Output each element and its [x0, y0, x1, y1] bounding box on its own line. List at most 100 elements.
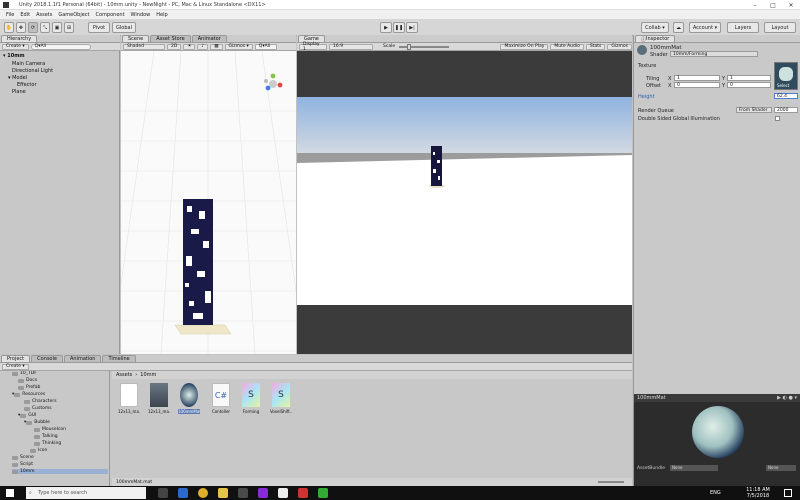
layout-dropdown[interactable]: Layout: [764, 22, 796, 33]
tab-inspector[interactable]: ⓘ Inspector: [635, 35, 676, 43]
maximize-on-play-toggle[interactable]: Maximize On Play: [500, 43, 549, 50]
texture-select-button[interactable]: Select: [777, 83, 789, 88]
folder-item[interactable]: Talking: [34, 434, 58, 439]
taskbar-search-input[interactable]: ⌕ Type here to search: [26, 487, 146, 499]
icon-size-slider[interactable]: [598, 481, 624, 483]
app-icon[interactable]: [258, 488, 268, 498]
scale-slider[interactable]: [399, 43, 450, 50]
cloud-button[interactable]: ☁: [673, 22, 684, 33]
aspect-dropdown[interactable]: 16:9: [329, 43, 373, 50]
asset-item[interactable]: S VoxelShift...: [270, 383, 292, 414]
tab-console[interactable]: Console: [31, 355, 63, 362]
lighting-toggle[interactable]: ☀: [183, 43, 196, 50]
taskbar-clock[interactable]: 11:18 AM 7/5/2018: [740, 487, 776, 499]
minimize-button[interactable]: –: [746, 0, 764, 10]
menu-window[interactable]: Window: [131, 12, 151, 18]
folder-item[interactable]: 10_TDF: [12, 371, 37, 376]
pivot-toggle[interactable]: Pivot: [88, 22, 110, 33]
tab-project[interactable]: Project: [1, 355, 31, 362]
rotate-tool-button[interactable]: ⟳: [28, 22, 38, 33]
hierarchy-item[interactable]: Directional Light: [12, 68, 53, 74]
folder-item[interactable]: ▾ GUI: [18, 413, 36, 418]
asset-item[interactable]: C# Contoller: [210, 383, 232, 414]
folder-item[interactable]: Customs: [24, 406, 52, 411]
asset-bundle-variant-dropdown[interactable]: None: [766, 465, 796, 471]
folder-item[interactable]: Thinking: [34, 441, 61, 446]
tab-animation[interactable]: Animation: [63, 355, 102, 362]
folder-item[interactable]: Icon: [30, 448, 47, 453]
scene-search-input[interactable]: Q▾All: [254, 43, 277, 50]
asset-item[interactable]: 12x13_ma...: [148, 383, 170, 414]
folder-item[interactable]: Docs: [18, 378, 37, 383]
double-sided-checkbox[interactable]: [775, 116, 780, 121]
asset-item[interactable]: 12x13_ma...: [118, 383, 140, 414]
pause-button[interactable]: ❚❚: [393, 22, 405, 33]
shader-dropdown[interactable]: 10mm/Forming: [670, 51, 758, 57]
task-view-icon[interactable]: [158, 488, 168, 498]
render-queue-dropdown[interactable]: From Shader: [736, 107, 772, 113]
texture-thumbnail[interactable]: Select: [774, 62, 798, 90]
layers-dropdown[interactable]: Layers: [727, 22, 759, 33]
effects-toggle[interactable]: ▩: [210, 43, 223, 50]
offset-y-field[interactable]: 0: [727, 82, 771, 88]
rect-tool-button[interactable]: ▣: [52, 22, 62, 33]
scene-gizmo[interactable]: [264, 73, 283, 91]
global-toggle[interactable]: Global: [112, 22, 136, 33]
hierarchy-item[interactable]: Main Camera: [12, 61, 45, 67]
scene-viewport[interactable]: [121, 51, 296, 354]
hierarchy-search-input[interactable]: Q▾All: [30, 43, 91, 50]
explorer-icon[interactable]: [218, 488, 228, 498]
height-field[interactable]: 62.4: [774, 93, 798, 99]
breadcrumb-assets[interactable]: Assets: [116, 372, 132, 378]
display-dropdown[interactable]: Display 1: [299, 42, 327, 52]
account-dropdown[interactable]: Account ▾: [689, 22, 721, 33]
folder-item[interactable]: ▾ Bubble: [24, 420, 50, 425]
app-icon[interactable]: [298, 488, 308, 498]
hierarchy-item[interactable]: Effector: [17, 82, 37, 88]
folder-item[interactable]: Script: [12, 462, 33, 467]
folder-item[interactable]: Characters: [24, 399, 57, 404]
app-icon[interactable]: [278, 488, 288, 498]
tab-hierarchy[interactable]: Hierarchy: [1, 35, 38, 42]
play-button[interactable]: ▶: [380, 22, 392, 33]
collab-dropdown[interactable]: Collab ▾: [641, 22, 669, 33]
folder-item[interactable]: ▾ Resources: [12, 392, 45, 397]
hierarchy-item[interactable]: ▾ Model: [8, 75, 27, 81]
folder-item-selected[interactable]: 10mm: [12, 469, 108, 474]
move-tool-button[interactable]: ✥: [16, 22, 26, 33]
menu-gameobject[interactable]: GameObject: [58, 12, 89, 18]
mute-audio-toggle[interactable]: Mute Audio: [550, 43, 584, 50]
tiling-y-field[interactable]: 1: [727, 75, 771, 81]
windows-start-icon[interactable]: [6, 489, 14, 497]
app-icon[interactable]: [318, 488, 328, 498]
asset-item[interactable]: S Forming: [240, 383, 262, 414]
render-queue-field[interactable]: 2000: [774, 107, 798, 113]
shading-mode-dropdown[interactable]: Shaded: [123, 43, 165, 50]
tab-asset-store[interactable]: Asset Store: [150, 35, 191, 42]
hand-tool-button[interactable]: ✋: [4, 22, 14, 33]
close-button[interactable]: ✕: [782, 0, 800, 10]
asset-bundle-dropdown[interactable]: None: [670, 465, 718, 471]
menu-edit[interactable]: Edit: [20, 12, 30, 18]
preview-controls-icon[interactable]: ▶ ◐ ● ▾: [777, 395, 797, 401]
menu-component[interactable]: Component: [96, 12, 125, 18]
step-button[interactable]: ▶|: [406, 22, 418, 33]
breadcrumb-10mm[interactable]: 10mm: [140, 372, 156, 378]
tab-animator[interactable]: Animator: [191, 35, 227, 42]
maximize-button[interactable]: □: [764, 0, 782, 10]
game-gizmos-toggle[interactable]: Gizmos: [607, 43, 632, 50]
folder-item[interactable]: Prefab: [18, 385, 40, 390]
hierarchy-item[interactable]: Plane: [12, 89, 26, 95]
audio-toggle[interactable]: ♪: [197, 43, 209, 50]
edge-icon[interactable]: [178, 488, 188, 498]
chrome-icon[interactable]: [198, 488, 208, 498]
asset-item-selected[interactable]: 100mmMat: [178, 383, 200, 414]
gizmos-dropdown[interactable]: Gizmos ▾: [224, 43, 253, 50]
tab-timeline[interactable]: Timeline: [102, 355, 136, 362]
notification-icon[interactable]: [784, 489, 792, 497]
unity-taskbar-icon[interactable]: [238, 488, 248, 498]
folder-item[interactable]: Scene: [12, 455, 34, 460]
transform-tool-button[interactable]: ⊞: [64, 22, 74, 33]
folder-item[interactable]: MouseIcon: [34, 427, 66, 432]
preview-sphere[interactable]: [692, 406, 744, 458]
